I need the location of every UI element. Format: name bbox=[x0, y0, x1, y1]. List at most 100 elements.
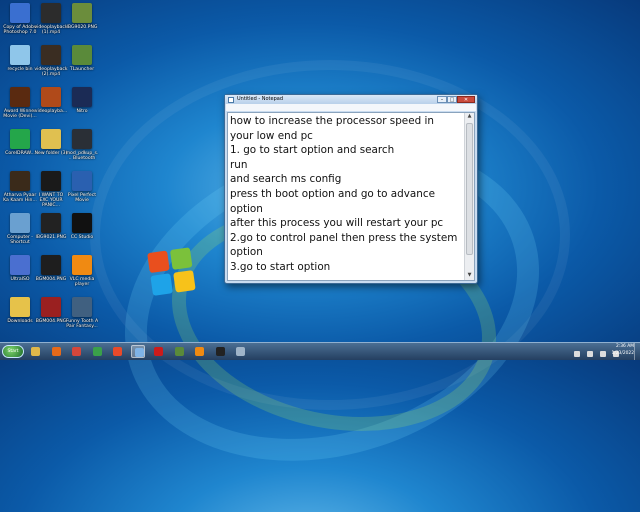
file-icon bbox=[10, 45, 30, 65]
desktop-icon-label: BGM004.PNG bbox=[35, 319, 67, 324]
media-player-icon bbox=[51, 347, 61, 356]
taskbar-chrome-button[interactable] bbox=[69, 345, 83, 358]
taskbar-chrome-2-button[interactable] bbox=[90, 345, 104, 358]
text-line: 1. go to start option and search bbox=[230, 144, 395, 157]
clock[interactable]: 2:36 AM 1/23/2022 bbox=[611, 344, 634, 357]
desktop-icon[interactable]: Copy of Adobe Photoshop 7.0 bbox=[3, 3, 37, 35]
desktop-icon-label: Atharva Pyaar Ka Kaam Hin... bbox=[3, 193, 37, 204]
desktop-icon-label: videoplayback (1).mp4 bbox=[34, 25, 68, 36]
desktop-icon-label: videoplayba... bbox=[34, 109, 68, 114]
file-icon bbox=[41, 255, 61, 275]
text-line: press th boot option and go to advance bbox=[230, 187, 435, 200]
file-icon bbox=[10, 297, 30, 317]
taskbar-settings-button[interactable] bbox=[233, 345, 247, 358]
desktop-icon-label: I WANT TO EXC YOUR PANIC... bbox=[38, 193, 64, 209]
file-icon bbox=[72, 87, 92, 107]
desktop-icon[interactable]: IBG9021.PNG bbox=[34, 213, 68, 240]
text-line: option bbox=[230, 202, 263, 215]
app-dark-icon bbox=[215, 347, 225, 356]
scroll-down-icon[interactable]: ▼ bbox=[465, 272, 474, 280]
paint-icon bbox=[113, 347, 122, 356]
scroll-up-icon[interactable]: ▲ bbox=[465, 113, 474, 121]
desktop-icon[interactable]: UltraISO bbox=[3, 255, 37, 282]
opera-icon bbox=[154, 347, 163, 356]
tray-icon[interactable] bbox=[586, 351, 593, 357]
desktop-icon[interactable]: Atharva Pyaar Ka Kaam Hin... bbox=[3, 171, 37, 203]
desktop-icon[interactable]: TLauncher bbox=[65, 45, 99, 72]
scroll-thumb[interactable] bbox=[466, 123, 473, 255]
desktop-icon-label: TLauncher bbox=[69, 67, 95, 72]
minimize-button[interactable]: – bbox=[437, 96, 447, 103]
desktop-icon-label: CC Studio bbox=[70, 235, 94, 240]
desktop-icon[interactable]: VLC media player bbox=[65, 255, 99, 287]
desktop-icon-label: IBG9021.PNG bbox=[35, 235, 67, 240]
title-bar[interactable]: Untitled - Notepad – □ ✕ bbox=[225, 95, 477, 104]
taskbar-app-dark-button[interactable] bbox=[213, 345, 227, 358]
file-icon bbox=[72, 213, 92, 233]
file-icon bbox=[72, 255, 92, 275]
desktop-icon-label: UltraISO bbox=[10, 277, 30, 282]
desktop-icon-label: videoplayback (2).mp4 bbox=[34, 67, 68, 78]
minecraft-icon bbox=[174, 347, 184, 356]
desktop-icon[interactable]: Award Winner Movie (Devi)... bbox=[3, 87, 37, 119]
desktop-icon[interactable]: Downloads bbox=[3, 297, 37, 324]
file-icon bbox=[10, 171, 30, 191]
show-desktop-button[interactable] bbox=[634, 343, 640, 360]
desktop-icon[interactable]: I WANT TO EXC YOUR PANIC... bbox=[34, 171, 68, 209]
editor-text[interactable]: how to increase the processor speed in yo… bbox=[230, 114, 462, 275]
desktop-icon[interactable]: videoplayback (1).mp4 bbox=[34, 3, 68, 35]
desktop-icon[interactable]: Nitro bbox=[65, 87, 99, 114]
desktop-icon-label: CorelDRAW... bbox=[5, 151, 35, 156]
start-button[interactable]: Start bbox=[2, 345, 24, 358]
taskbar-explorer-button[interactable] bbox=[28, 345, 42, 358]
desktop-icon[interactable]: videoplayback (2).mp4 bbox=[34, 45, 68, 77]
file-icon bbox=[72, 3, 92, 23]
taskbar-opera-button[interactable] bbox=[151, 345, 165, 358]
desktop-icon[interactable]: CorelDRAW... bbox=[3, 129, 37, 156]
network-icon[interactable] bbox=[599, 351, 606, 357]
text-line: and search ms config bbox=[230, 173, 342, 186]
notepad-icon bbox=[228, 96, 234, 103]
desktop-icon[interactable]: videoplayba... bbox=[34, 87, 68, 114]
text-editor[interactable]: how to increase the processor speed in yo… bbox=[227, 112, 475, 281]
chrome-2-icon bbox=[92, 347, 102, 356]
desktop-icon[interactable]: BGM004.PNG bbox=[34, 255, 68, 282]
file-icon bbox=[10, 87, 30, 107]
desktop-icon[interactable]: Computer - Shortcut bbox=[3, 213, 37, 245]
file-icon bbox=[41, 129, 61, 149]
desktop-icon[interactable]: IBG9020.PNG bbox=[65, 3, 99, 30]
desktop-icon-label: mod_pdkup_s... Bluetooth bbox=[65, 151, 99, 162]
taskbar-blender-button[interactable] bbox=[192, 345, 206, 358]
maximize-button[interactable]: □ bbox=[447, 96, 457, 103]
desktop-icon-label: Computer - Shortcut bbox=[7, 235, 33, 246]
taskbar-media-player-button[interactable] bbox=[49, 345, 63, 358]
notepad-window[interactable]: Untitled - Notepad – □ ✕ File Edit Forma… bbox=[224, 94, 478, 284]
tray-icon[interactable] bbox=[573, 351, 580, 357]
text-line: 3.go to start option bbox=[230, 260, 331, 273]
desktop-icon[interactable]: Pixel Perfect Movie bbox=[65, 171, 99, 203]
vertical-scrollbar[interactable]: ▲ ▼ bbox=[464, 113, 474, 280]
desktop-icon[interactable]: recycle bin bbox=[3, 45, 37, 72]
windows-logo bbox=[147, 247, 197, 297]
desktop-icon[interactable]: mod_pdkup_s... Bluetooth bbox=[65, 129, 99, 161]
taskbar-minecraft-button[interactable] bbox=[172, 345, 186, 358]
desktop-icon-label: recycle bin bbox=[7, 67, 33, 72]
desktop-icon-label: IBG9020.PNG bbox=[66, 25, 98, 30]
desktop-icon[interactable]: CC Studio bbox=[65, 213, 99, 240]
desktop-icon-label: BGM004.PNG bbox=[35, 277, 67, 282]
text-line: how to increase the processor speed in bbox=[230, 115, 434, 127]
taskbar-paint-button[interactable] bbox=[110, 345, 124, 358]
window-title: Untitled - Notepad bbox=[237, 96, 284, 102]
file-icon bbox=[72, 45, 92, 65]
text-line: run bbox=[230, 158, 248, 171]
desktop-icon[interactable]: Funny Tooth A Pair Fantasy... bbox=[65, 297, 99, 329]
taskbar-notepad-button[interactable] bbox=[130, 345, 145, 358]
text-line: your low end pc bbox=[230, 129, 313, 142]
file-icon bbox=[72, 129, 92, 149]
file-icon bbox=[72, 297, 92, 317]
desktop-icon[interactable]: New folder (3) bbox=[34, 129, 68, 156]
desktop-icon-label: Pixel Perfect Movie bbox=[67, 193, 97, 204]
taskbar: Start 2:36 AM 1/23/2022 bbox=[0, 342, 640, 360]
desktop-icon[interactable]: BGM004.PNG bbox=[34, 297, 68, 324]
close-button[interactable]: ✕ bbox=[457, 96, 475, 103]
